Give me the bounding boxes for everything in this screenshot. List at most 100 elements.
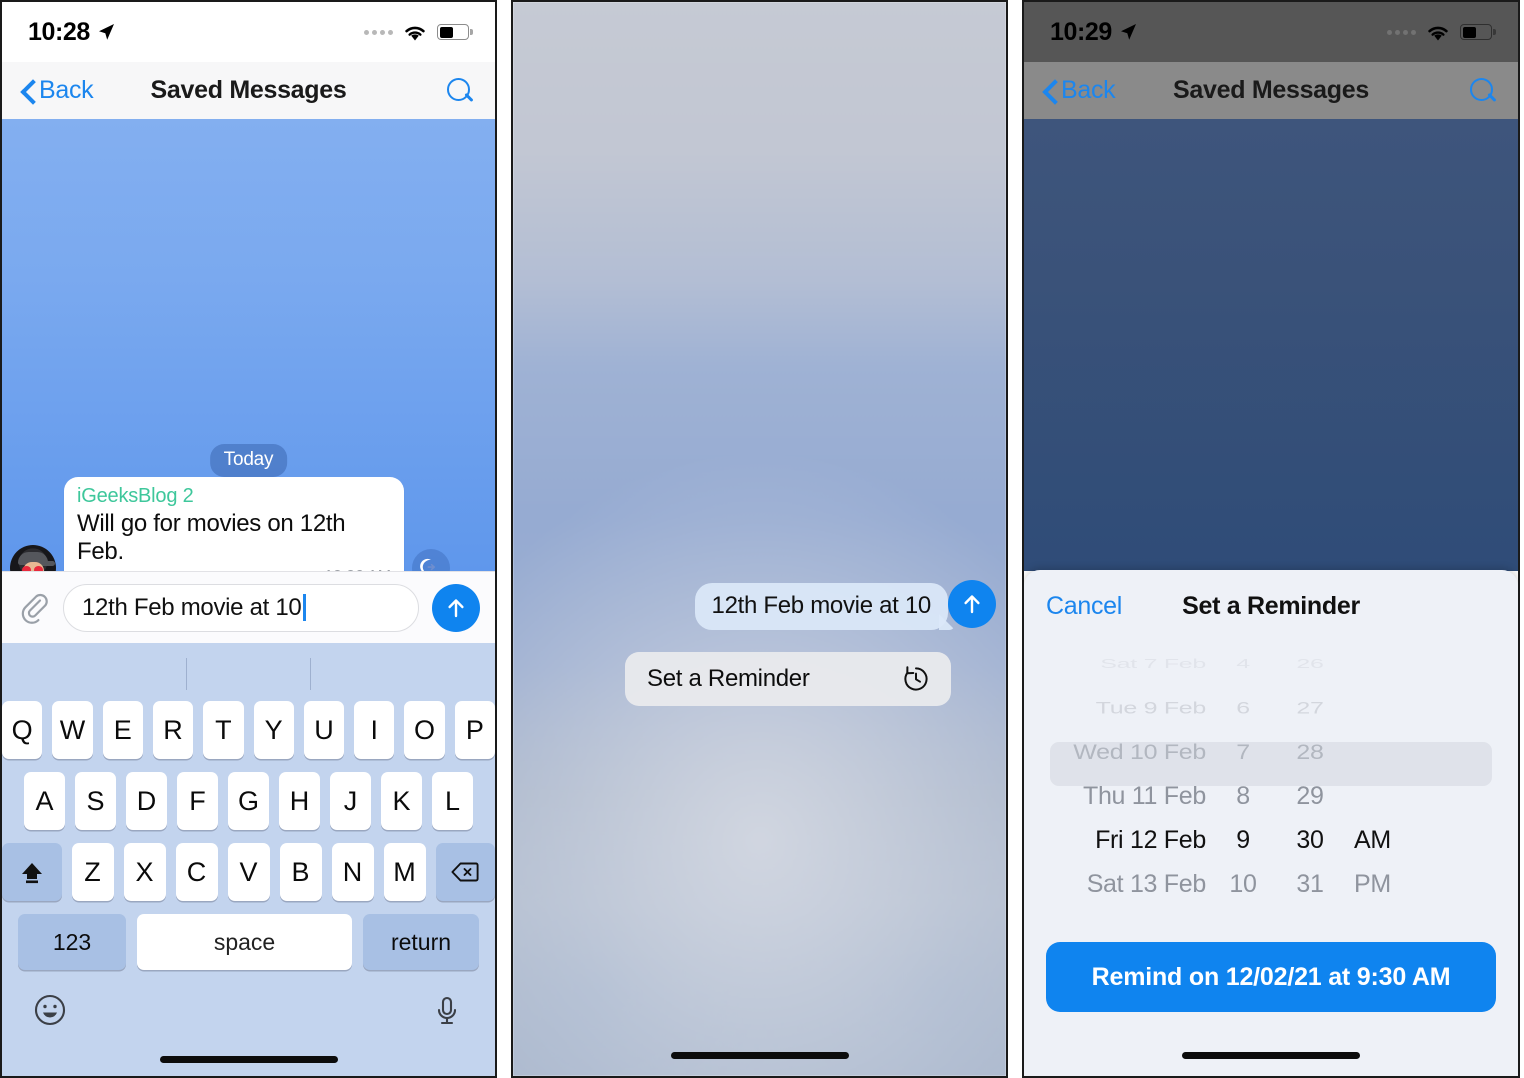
wifi-icon: [405, 26, 425, 40]
picker-column-ampm[interactable]: AM PM: [1346, 642, 1436, 902]
status-time: 10:28: [28, 17, 90, 46]
message-row: iGeeksBlog 2 Will go for movies on 12th …: [10, 477, 450, 571]
keyboard-row-4: 123 space return: [2, 914, 495, 970]
key-c[interactable]: C: [175, 843, 218, 901]
picker-hour-item[interactable]: 6: [1212, 693, 1274, 722]
message-input[interactable]: 12th Feb movie at 10: [63, 583, 419, 632]
key-z[interactable]: Z: [71, 843, 114, 901]
picker-date-item[interactable]: Sat 13 Feb: [1042, 862, 1212, 902]
key-l[interactable]: L: [432, 772, 473, 830]
key-u[interactable]: U: [303, 701, 345, 759]
key-m[interactable]: M: [383, 843, 426, 901]
numbers-key[interactable]: 123: [18, 914, 126, 970]
key-q[interactable]: Q: [2, 701, 43, 759]
key-y[interactable]: Y: [253, 701, 294, 759]
key-f[interactable]: F: [177, 772, 218, 830]
chat-message-area: Today iGeeksBlog 2 Will go for movies on…: [2, 119, 495, 571]
key-r[interactable]: R: [152, 701, 194, 759]
backspace-delete-icon[interactable]: [435, 843, 495, 901]
back-button[interactable]: Back: [22, 76, 94, 105]
emoji-smiley-icon[interactable]: [32, 992, 68, 1028]
picker-column-minute[interactable]: 262728293031323334: [1274, 642, 1346, 902]
picker-hour-item[interactable]: 8: [1212, 774, 1274, 818]
send-button[interactable]: [948, 580, 996, 628]
key-a[interactable]: A: [24, 772, 65, 830]
key-b[interactable]: B: [279, 843, 322, 901]
picker-minute-item[interactable]: 28: [1274, 733, 1346, 771]
sent-message-bubble[interactable]: 12th Feb movie at 10: [694, 583, 948, 630]
dimmed-chat-area: [1024, 119, 1518, 571]
picker-minute-item[interactable]: 31: [1274, 862, 1346, 902]
status-right: [364, 23, 473, 42]
keyboard-row-1: QWERTYUIOP: [2, 701, 495, 759]
key-n[interactable]: N: [331, 843, 374, 901]
picker-ampm-item[interactable]: [1346, 653, 1436, 675]
key-h[interactable]: H: [279, 772, 320, 830]
picker-hour-item[interactable]: 7: [1212, 733, 1274, 771]
confirm-reminder-button[interactable]: Remind on 12/02/21 at 9:30 AM: [1046, 942, 1496, 1012]
picker-minute-item[interactable]: 29: [1274, 774, 1346, 818]
key-s[interactable]: S: [75, 772, 116, 830]
picker-hour-item[interactable]: 10: [1212, 862, 1274, 902]
picker-date-item[interactable]: Tue 9 Feb: [1042, 693, 1212, 722]
status-bar: 10:28: [2, 2, 495, 62]
set-a-reminder-label: Set a Reminder: [647, 665, 810, 692]
chevron-left-icon: [22, 79, 35, 103]
key-k[interactable]: K: [381, 772, 422, 830]
key-t[interactable]: T: [203, 701, 244, 759]
return-key[interactable]: return: [363, 914, 479, 970]
search-icon[interactable]: [1468, 76, 1498, 106]
phone-screen-compose: 10:28 Back Saved Messages Today iGeeksBl…: [0, 0, 497, 1078]
picker-ampm-item[interactable]: [1346, 774, 1436, 818]
key-o[interactable]: O: [404, 701, 445, 759]
panel-gap: [1008, 0, 1022, 1078]
picker-date-item[interactable]: Sat 7 Feb: [1042, 653, 1212, 675]
search-icon[interactable]: [445, 76, 475, 106]
keyboard-bottom-row: [2, 980, 495, 1028]
chevron-left-icon: [1044, 79, 1057, 103]
picker-minute-item[interactable]: 26: [1274, 653, 1346, 675]
key-d[interactable]: D: [126, 772, 167, 830]
on-screen-keyboard: QWERTYUIOP ASDFGHJKL ZXCVBNM 123 space r…: [2, 643, 495, 1076]
key-g[interactable]: G: [228, 772, 269, 830]
picker-ampm-item[interactable]: AM: [1346, 818, 1436, 862]
home-indicator: [670, 1052, 849, 1059]
picker-hour-item[interactable]: 4: [1212, 653, 1274, 675]
key-p[interactable]: P: [454, 701, 495, 759]
picker-ampm-item[interactable]: PM: [1346, 862, 1436, 902]
picker-date-item[interactable]: Thu 11 Feb: [1042, 774, 1212, 818]
home-indicator: [1182, 1052, 1360, 1059]
key-e[interactable]: E: [102, 701, 143, 759]
message-input-bar: 12th Feb movie at 10: [2, 571, 495, 643]
microphone-icon[interactable]: [429, 992, 465, 1028]
predictive-divider: [309, 658, 312, 690]
key-i[interactable]: I: [354, 701, 395, 759]
picker-minute-item[interactable]: 27: [1274, 693, 1346, 722]
date-time-picker[interactable]: Sat 7 Feb Tue 9 Feb Wed 10 Feb Thu 11 Feb Fr…: [1042, 642, 1500, 902]
message-bubble[interactable]: iGeeksBlog 2 Will go for movies on 12th …: [64, 477, 404, 571]
back-button[interactable]: Back: [1044, 76, 1116, 105]
space-key[interactable]: space: [137, 914, 352, 970]
forward-arrow-icon[interactable]: [412, 548, 450, 571]
keyboard-row-2: ASDFGHJKL: [2, 772, 495, 830]
picker-hour-item[interactable]: 9: [1212, 818, 1274, 862]
sheet-title: Set a Reminder: [1182, 591, 1360, 620]
paperclip-icon[interactable]: [17, 591, 50, 624]
sheet-header: Cancel Set a Reminder: [1024, 570, 1518, 642]
picker-column-hour[interactable]: 467891011121: [1212, 642, 1274, 902]
key-v[interactable]: V: [227, 843, 270, 901]
shift-up-icon[interactable]: [2, 843, 62, 901]
send-arrow-up-icon: [448, 598, 464, 617]
key-w[interactable]: W: [52, 701, 93, 759]
key-x[interactable]: X: [123, 843, 166, 901]
set-a-reminder-menu-item[interactable]: Set a Reminder: [625, 652, 951, 706]
picker-ampm-item[interactable]: [1346, 693, 1436, 722]
send-button[interactable]: [432, 583, 480, 632]
picker-date-item[interactable]: Wed 10 Feb: [1042, 733, 1212, 771]
key-j[interactable]: J: [330, 772, 371, 830]
picker-minute-item[interactable]: 30: [1274, 818, 1346, 862]
picker-date-item[interactable]: Fri 12 Feb: [1042, 818, 1212, 862]
picker-column-date[interactable]: Sat 7 Feb Tue 9 Feb Wed 10 Feb Thu 11 Feb Fr…: [1042, 642, 1212, 902]
status-right: [1387, 23, 1496, 42]
picker-ampm-item[interactable]: [1346, 733, 1436, 771]
